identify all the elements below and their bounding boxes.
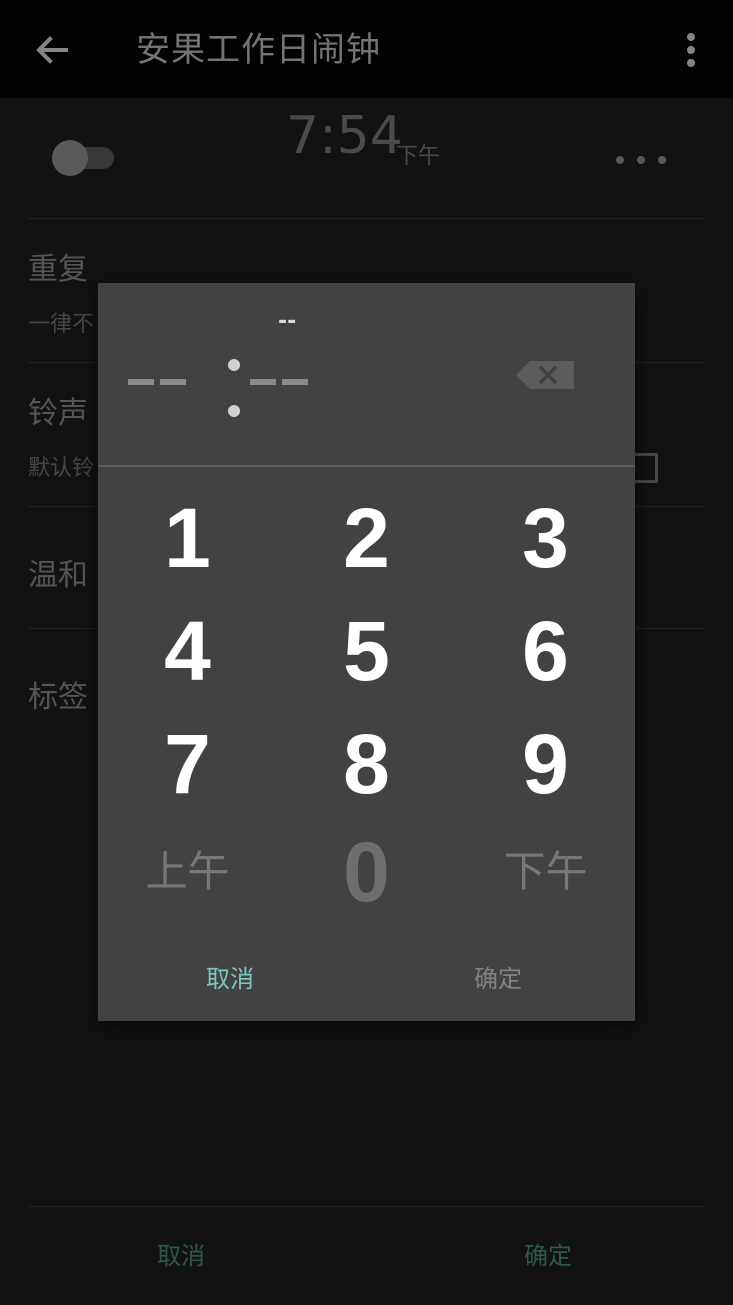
- key-6[interactable]: 6: [456, 596, 635, 706]
- key-2[interactable]: 2: [277, 483, 456, 593]
- colon-dot: [228, 405, 240, 417]
- hour-digit-placeholder: [128, 379, 154, 385]
- backspace-button[interactable]: [514, 359, 576, 391]
- minute-digit-placeholder: [250, 379, 276, 385]
- time-picker-dialog: -- 1 2 3 4 5 6 7 8 9 上午 0 下午 取消 确定: [98, 283, 635, 1021]
- key-pm[interactable]: 下午: [456, 813, 635, 923]
- key-0[interactable]: 0: [277, 817, 456, 927]
- hour-digit-placeholder: [160, 379, 186, 385]
- key-1[interactable]: 1: [98, 483, 277, 593]
- key-5[interactable]: 5: [277, 596, 456, 706]
- minute-digit-placeholder: [282, 379, 308, 385]
- colon-dot: [228, 359, 240, 371]
- key-3[interactable]: 3: [456, 483, 635, 593]
- dialog-cancel-button[interactable]: 取消: [206, 959, 254, 994]
- entered-time-display: [128, 351, 308, 421]
- numeric-keypad: 1 2 3 4 5 6 7 8 9 上午 0 下午: [98, 483, 635, 943]
- dialog-confirm-button[interactable]: 确定: [474, 959, 522, 994]
- backspace-icon: [516, 361, 574, 389]
- ampm-indicator: --: [278, 309, 297, 334]
- key-4[interactable]: 4: [98, 596, 277, 706]
- key-9[interactable]: 9: [456, 709, 635, 819]
- key-8[interactable]: 8: [277, 709, 456, 819]
- time-picker-header: --: [98, 283, 635, 467]
- key-7[interactable]: 7: [98, 709, 277, 819]
- key-am[interactable]: 上午: [98, 813, 277, 923]
